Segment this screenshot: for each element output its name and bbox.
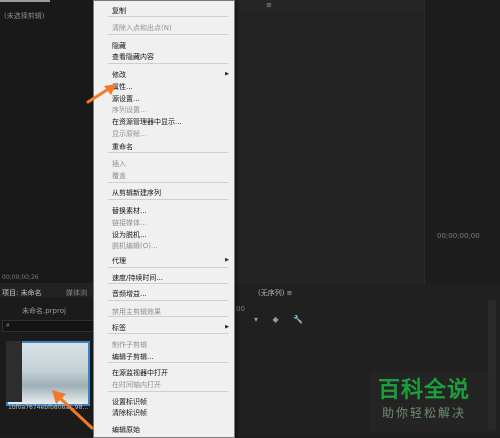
source-monitor-tab[interactable] [0, 0, 50, 2]
menu-separator [108, 267, 228, 268]
menu-item[interactable]: 速度/持续时间... [112, 273, 163, 283]
watermark-logo: 百科全说 助你轻松解决 [366, 372, 494, 432]
menu-item[interactable]: 查看隐藏内容 [112, 52, 154, 62]
search-icon: ⌕ [6, 321, 10, 329]
menu-item[interactable]: 修改 [112, 70, 126, 80]
menu-item[interactable]: 代理 [112, 256, 126, 266]
timeline-toolbar[interactable]: ▾ ◆ 🔧 [254, 315, 309, 324]
menu-item: 脱机编辑(O)... [112, 242, 158, 250]
menu-item: 插入 [112, 160, 126, 168]
menu-separator [108, 152, 228, 153]
menu-item[interactable]: 在源监视器中打开 [112, 368, 168, 378]
menu-separator [108, 63, 228, 64]
tab-media-browser[interactable]: 媒体浏 [66, 288, 87, 298]
submenu-arrow-icon: ▶ [225, 257, 229, 263]
menu-item[interactable]: 编辑原始 [112, 425, 140, 435]
project-search-input[interactable] [2, 320, 94, 332]
menu-separator [108, 199, 228, 200]
menu-item[interactable]: 复制 [112, 6, 126, 16]
right-monitor-panel [424, 0, 500, 285]
context-menu: 复制 清除入点和出点(N) 隐藏 查看隐藏内容 修改 ▶ 属性... 源设置... 序列设置..… [93, 0, 235, 438]
watermark-title: 百科全说 [378, 378, 471, 403]
menu-item[interactable]: 音频增益... [112, 289, 147, 299]
menu-separator [108, 391, 228, 392]
menu-item[interactable]: 隐藏 [112, 41, 126, 51]
menu-item: 在时间轴内打开 [112, 381, 161, 389]
clip-thumbnail-edge [6, 341, 22, 402]
menu-item[interactable]: 设为脱机... [112, 230, 147, 240]
menu-separator [108, 316, 228, 317]
annotation-arrow-clip [52, 390, 94, 430]
annotation-arrow-properties [86, 84, 116, 104]
right-panel-timecode: 00;00;00;00 [437, 232, 480, 240]
menu-item[interactable]: 标签 [112, 323, 126, 333]
menu-item: 显示原帧... [112, 130, 147, 138]
menu-item[interactable]: 从剪辑新建序列 [112, 188, 161, 198]
menu-item[interactable]: 在资源管理器中显示... [112, 117, 182, 127]
submenu-arrow-icon: ▶ [225, 71, 229, 77]
menu-separator [108, 300, 228, 301]
source-timecode: 00;00;00;26 [2, 274, 39, 281]
project-file-name: 未命名.prproj [22, 307, 66, 315]
menu-separator [108, 283, 228, 284]
timeline-timecode: 00 [236, 305, 245, 313]
menu-item[interactable]: 重命名 [112, 142, 133, 152]
tab-timeline[interactable]: (无序列) ≡ [258, 288, 293, 298]
menu-separator [108, 182, 228, 183]
menu-item[interactable]: 设置标识帧 [112, 397, 147, 407]
menu-separator [108, 16, 228, 17]
submenu-arrow-icon: ▶ [225, 324, 229, 330]
tab-project[interactable]: 项目: 未命名 [2, 288, 42, 298]
menu-item: 清除入点和出点(N) [112, 24, 172, 32]
program-monitor-menu-icon[interactable]: ≡ [266, 1, 272, 9]
watermark-subtitle: 助你轻松解决 [382, 406, 467, 420]
menu-separator [108, 333, 228, 334]
menu-separator [108, 362, 228, 363]
program-monitor-header [234, 0, 424, 10]
menu-item: 链接媒体... [112, 219, 147, 227]
menu-item: 覆盖 [112, 172, 126, 180]
menu-separator [108, 34, 228, 35]
menu-item: 制作子剪辑 [112, 341, 147, 349]
menu-item[interactable]: 清除标识帧 [112, 408, 147, 418]
menu-item[interactable]: 编辑子剪辑... [112, 352, 154, 362]
program-monitor-panel [234, 0, 424, 285]
source-monitor-title: (未选择剪辑) [4, 12, 45, 20]
menu-item[interactable]: 替换素材... [112, 206, 147, 216]
